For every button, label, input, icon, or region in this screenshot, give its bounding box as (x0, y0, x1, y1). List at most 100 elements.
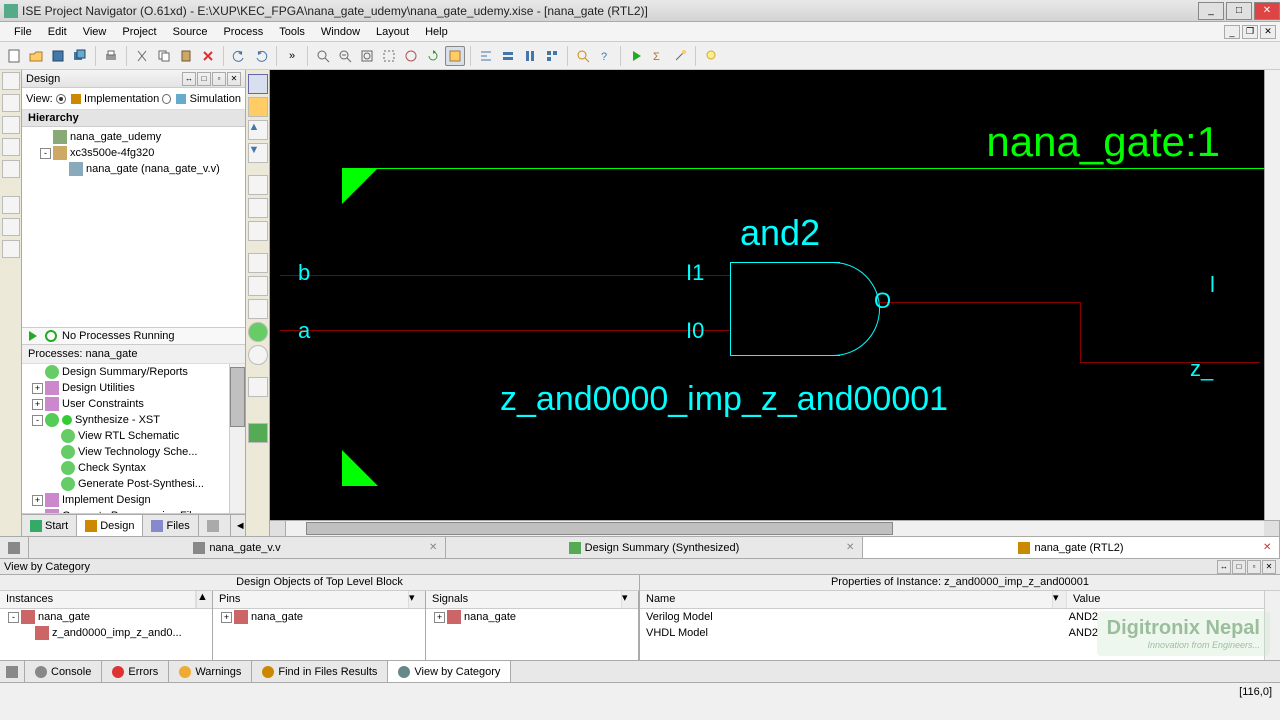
properties-scrollbar[interactable] (1264, 591, 1280, 660)
select-tool-button[interactable] (248, 74, 268, 94)
panel-float-button[interactable]: ↔ (182, 72, 196, 86)
process-row[interactable]: Generate Programming File (22, 508, 245, 514)
tips-button[interactable] (701, 46, 721, 66)
signals-dropdown-icon[interactable]: ▾ (622, 591, 638, 608)
sch-tool-4[interactable] (248, 253, 268, 273)
maximize-button[interactable]: □ (1226, 2, 1252, 20)
delete-button[interactable] (198, 46, 218, 66)
save-all-button[interactable] (70, 46, 90, 66)
menu-process[interactable]: Process (215, 24, 271, 40)
strip-new-icon[interactable] (2, 72, 20, 90)
copy-button[interactable] (154, 46, 174, 66)
nav-up-button[interactable]: ▲ (248, 120, 268, 140)
list-item[interactable]: +nana_gate (426, 609, 638, 625)
tree-row[interactable]: nana_gate_udemy (22, 129, 245, 145)
strip-hierarchy-icon[interactable] (2, 116, 20, 134)
schematic-viewer[interactable]: ➤ nana_gate:1 and2 z_and0000_imp_z_and00… (270, 70, 1280, 536)
pins-header[interactable]: Pins (213, 591, 409, 608)
sch-tool-3[interactable] (248, 221, 268, 241)
doc-tab[interactable]: nana_gate (RTL2)✕ (863, 537, 1280, 558)
sch-tool-6[interactable] (248, 299, 268, 319)
process-row[interactable]: View RTL Schematic (22, 428, 245, 444)
tab-design[interactable]: Design (77, 515, 143, 536)
save-button[interactable] (48, 46, 68, 66)
tab-close-icon[interactable]: ✕ (846, 542, 858, 554)
process-row[interactable]: +Design Utilities (22, 380, 245, 396)
console-tab-warnings[interactable]: Warnings (169, 661, 252, 682)
mdi-restore-button[interactable]: ❐ (1242, 25, 1258, 39)
properties-list[interactable]: Verilog ModelAND2VHDL ModelAND2 (640, 609, 1280, 660)
doc-tab[interactable]: Design Summary (Synthesized)✕ (446, 537, 863, 558)
prop-name-dropdown-icon[interactable]: ▾ (1053, 591, 1067, 608)
menu-view[interactable]: View (75, 24, 115, 40)
wire-b[interactable] (280, 275, 730, 276)
list-item[interactable]: -nana_gate (0, 609, 212, 625)
play-icon[interactable] (26, 329, 40, 343)
sch-tool-9[interactable] (248, 423, 268, 443)
instances-sort-icon[interactable]: ▲ (196, 591, 212, 608)
strip-library-icon[interactable] (2, 138, 20, 156)
menu-file[interactable]: File (6, 24, 40, 40)
console-tab-find-in-files-results[interactable]: Find in Files Results (252, 661, 388, 682)
close-button[interactable]: ✕ (1254, 2, 1280, 20)
menu-edit[interactable]: Edit (40, 24, 75, 40)
menu-layout[interactable]: Layout (368, 24, 417, 40)
mdi-close-button[interactable]: ✕ (1260, 25, 1276, 39)
tab-start[interactable]: Start (22, 515, 77, 536)
hscroll-thumb[interactable] (306, 522, 893, 535)
schematic-hscrollbar[interactable] (270, 520, 1280, 536)
new-button[interactable] (4, 46, 24, 66)
nav-down-button[interactable]: ▼ (248, 143, 268, 163)
zoom-selection-button[interactable] (401, 46, 421, 66)
processes-tree[interactable]: Design Summary/Reports+Design Utilities+… (22, 364, 245, 514)
sch-tool-5[interactable] (248, 276, 268, 296)
doc-tab[interactable]: nana_gate_v.v✕ (29, 537, 446, 558)
minimize-button[interactable]: _ (1198, 2, 1224, 20)
pan-tool-button[interactable] (248, 97, 268, 117)
zoom-fit-button[interactable] (357, 46, 377, 66)
tab-close-icon[interactable]: ✕ (429, 542, 441, 554)
hscroll-left-button[interactable] (270, 521, 286, 536)
strip-open-icon[interactable] (2, 94, 20, 112)
strip-options-icon[interactable] (2, 240, 20, 258)
panel-close-button[interactable]: ✕ (227, 72, 241, 86)
sch-ok-icon[interactable] (248, 322, 268, 342)
tree-row[interactable]: nana_gate (nana_gate_v.v) (22, 161, 245, 177)
menu-project[interactable]: Project (114, 24, 164, 40)
sigma-button[interactable]: Σ (648, 46, 668, 66)
pins-list[interactable]: +nana_gate (213, 609, 425, 660)
redo-button[interactable] (251, 46, 271, 66)
console-tab-errors[interactable]: Errors (102, 661, 169, 682)
sch-tool-8[interactable] (248, 377, 268, 397)
tab-close-icon[interactable]: ✕ (1263, 542, 1275, 554)
hscroll-right-button[interactable] (1264, 521, 1280, 536)
tab-files[interactable]: Files (143, 515, 198, 536)
property-row[interactable]: Verilog ModelAND2 (640, 609, 1280, 625)
implementation-radio[interactable] (56, 94, 66, 104)
strip-files-icon[interactable] (2, 160, 20, 178)
and-gate-body[interactable] (730, 262, 840, 356)
refresh-button[interactable] (423, 46, 443, 66)
menu-window[interactable]: Window (313, 24, 368, 40)
open-button[interactable] (26, 46, 46, 66)
tree-row[interactable]: -xc3s500e-4fg320 (22, 145, 245, 161)
wire-out[interactable] (1080, 362, 1260, 363)
vbc-close-button[interactable]: ✕ (1262, 560, 1276, 574)
process-row[interactable]: Design Summary/Reports (22, 364, 245, 380)
property-row[interactable]: VHDL ModelAND2 (640, 625, 1280, 641)
align-left-button[interactable] (476, 46, 496, 66)
align-grid-button[interactable] (542, 46, 562, 66)
process-row[interactable]: -Synthesize - XST (22, 412, 245, 428)
align-dist-button[interactable] (520, 46, 540, 66)
run-button[interactable] (626, 46, 646, 66)
prop-value-header[interactable]: Value (1067, 591, 1280, 608)
signals-list[interactable]: +nana_gate (426, 609, 638, 660)
wire-o[interactable] (880, 302, 1080, 303)
sch-tool-2[interactable] (248, 198, 268, 218)
schematic-vscrollbar[interactable] (1264, 70, 1280, 520)
zoom-area-button[interactable] (379, 46, 399, 66)
prop-name-header[interactable]: Name (640, 591, 1053, 608)
process-row[interactable]: View Technology Sche... (22, 444, 245, 460)
menu-tools[interactable]: Tools (271, 24, 313, 40)
wire-a[interactable] (280, 330, 730, 331)
